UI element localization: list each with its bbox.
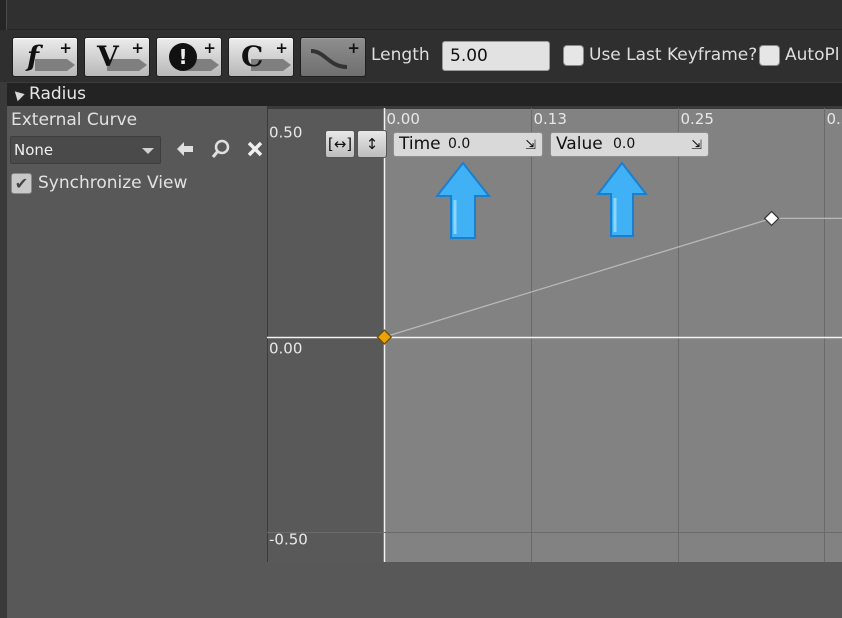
add-float-track-button[interactable]: f + [12,37,78,77]
fit-vertical-button[interactable]: ↕ [357,130,387,158]
toolbar: f + V + ! + C + + Length Use Last Keyfra… [0,30,842,82]
curve-editor[interactable]: 0.00 0.13 0.25 0.3 0.50 0.00 -0.50 [267,108,842,562]
add-curve-button[interactable]: + [300,37,366,77]
length-label: Length [371,45,430,65]
add-color-track-button[interactable]: C + [228,37,294,77]
synchronize-view-label: Synchronize View [38,173,188,193]
external-curve-value: None [14,141,54,159]
add-event-track-button[interactable]: ! + [156,37,222,77]
autoplay-label: AutoPl [785,45,840,65]
radius-section-header[interactable]: Radius [7,82,842,106]
top-strip [0,0,842,30]
use-last-keyframe-label: Use Last Keyframe? [589,45,758,65]
clear-close-icon[interactable] [244,139,266,161]
x-tick-label: 0.25 [681,110,714,128]
add-plus-icon: + [131,39,144,57]
track-wedge-icon [35,59,75,71]
key-value-value[interactable]: 0.0 [613,136,635,152]
dropdown-arrow-icon [142,148,154,154]
float-track-icon: f [27,40,40,73]
y-tick-label: 0.00 [269,340,302,358]
x-tick-label: 0.13 [534,110,567,128]
fit-horizontal-button[interactable]: [↔] [325,130,355,158]
use-last-keyframe-checkbox[interactable] [563,45,584,66]
length-input[interactable]: 5.00 [442,41,550,71]
expand-diagonal-icon: ⇲ [525,138,536,153]
expand-diagonal-icon: ⇲ [691,138,702,153]
value-pointer-arrow-icon [595,161,649,237]
key-time-label: Time [399,134,441,154]
empty-panel-area [267,562,842,618]
x-tick-label: 0.3 [827,110,842,128]
browse-search-icon[interactable] [210,139,232,161]
add-vector-track-button[interactable]: V + [84,37,150,77]
time-pointer-arrow-icon [434,161,492,239]
key-time-value[interactable]: 0.0 [448,136,470,152]
add-plus-icon: + [59,39,72,57]
add-plus-icon: + [347,39,360,57]
y-tick-label: 0.50 [269,124,302,142]
fit-vertical-icon: ↕ [365,135,379,153]
panel-edge [0,82,7,618]
autoplay-checkbox[interactable] [759,45,780,66]
section-title: Radius [29,84,87,104]
fit-horizontal-icon: [↔] [327,135,353,153]
synchronize-view-checkbox[interactable]: ✔ [11,173,32,194]
add-plus-icon: + [275,39,288,57]
panel-edge [0,0,7,30]
curve-properties-panel: External Curve None ✔ Synchronize View [7,106,267,618]
event-track-icon: ! [169,43,197,71]
color-track-icon: C [241,40,264,73]
key-time-field[interactable]: Time 0.0 ⇲ [393,132,543,157]
vector-track-icon: V [97,40,119,73]
external-curve-dropdown[interactable]: None [10,136,161,164]
expand-arrow-icon[interactable] [11,87,25,102]
use-selected-arrow-icon[interactable] [174,139,196,161]
external-curve-label: External Curve [11,110,138,130]
add-plus-icon: + [203,39,216,57]
y-tick-label: -0.50 [269,531,308,549]
key-value-field[interactable]: Value 0.0 ⇲ [550,132,709,157]
key-value-label: Value [556,134,603,154]
x-tick-label: 0.00 [387,110,420,128]
